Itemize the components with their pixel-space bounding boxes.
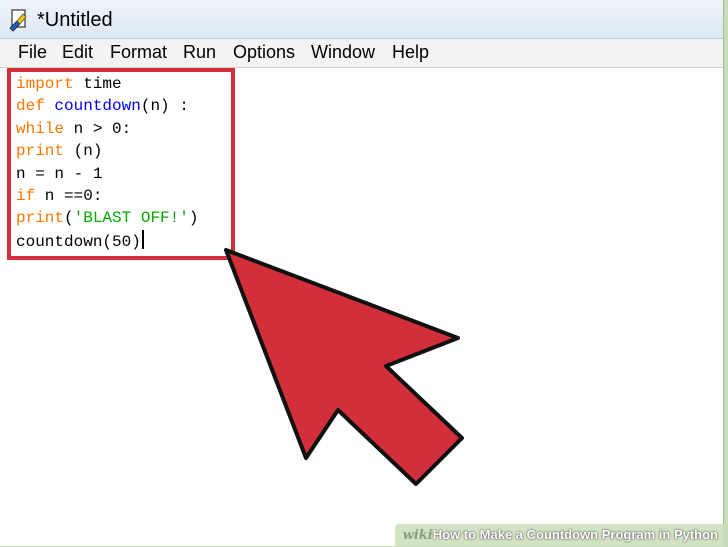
code-token: n = n - 1 [16, 164, 103, 183]
code-token: ( [64, 209, 74, 228]
keyword-token: def [16, 97, 45, 116]
code-token: n ==0: [35, 186, 103, 205]
code-line[interactable]: n = n - 1 [16, 163, 198, 185]
code-line[interactable]: if n ==0: [16, 185, 198, 207]
keyword-token: print [16, 209, 65, 228]
code-line[interactable]: while n > 0: [16, 118, 198, 140]
python-idle-icon [9, 9, 27, 32]
code-token: n > 0: [64, 119, 132, 138]
menu-options[interactable]: Options [233, 42, 295, 63]
menu-file[interactable]: File [18, 42, 47, 63]
keyword-token: while [16, 119, 65, 138]
code-token: (n) [64, 142, 103, 161]
title-bar[interactable]: *Untitled [0, 0, 723, 39]
keyword-token: print [16, 142, 65, 161]
code-line[interactable]: import time [16, 73, 198, 95]
keyword-token: import [16, 75, 74, 93]
menu-run[interactable]: Run [183, 42, 216, 63]
code-token: ) [188, 209, 199, 228]
code-editor[interactable]: import time def countdown(n) : while n > 0… [0, 68, 723, 546]
string-token: 'BLAST OFF!' [73, 209, 189, 228]
function-name-token: countdown [54, 97, 141, 116]
menu-format[interactable]: Format [110, 42, 167, 63]
wikihow-watermark: wikiHow to Make a Countdown Program in P… [394, 524, 724, 546]
code-text-area[interactable]: import time def countdown(n) : while n > 0… [16, 73, 198, 252]
menu-edit[interactable]: Edit [62, 42, 93, 63]
window-title: *Untitled [37, 9, 113, 31]
code-line[interactable]: print('BLAST OFF!') [16, 207, 198, 229]
watermark-caption: to Make a Countdown Program in Python [460, 527, 718, 542]
code-line[interactable]: countdown(50) [16, 229, 198, 252]
wikihow-logo: wiki [402, 528, 433, 543]
code-line[interactable]: def countdown(n) : [16, 95, 198, 117]
idle-editor-window: *Untitled File Edit Format Run Options W… [0, 0, 724, 546]
menu-help[interactable]: Help [392, 42, 429, 63]
code-token: countdown(50) [16, 232, 141, 251]
keyword-token: if [16, 186, 36, 205]
code-line[interactable]: print (n) [16, 140, 198, 162]
code-token: time [73, 75, 122, 93]
code-token: (n) : [140, 97, 189, 116]
menu-window[interactable]: Window [311, 42, 375, 63]
watermark-how: How [432, 527, 461, 542]
menu-bar: File Edit Format Run Options Window Help [0, 39, 723, 68]
text-cursor [141, 229, 144, 249]
